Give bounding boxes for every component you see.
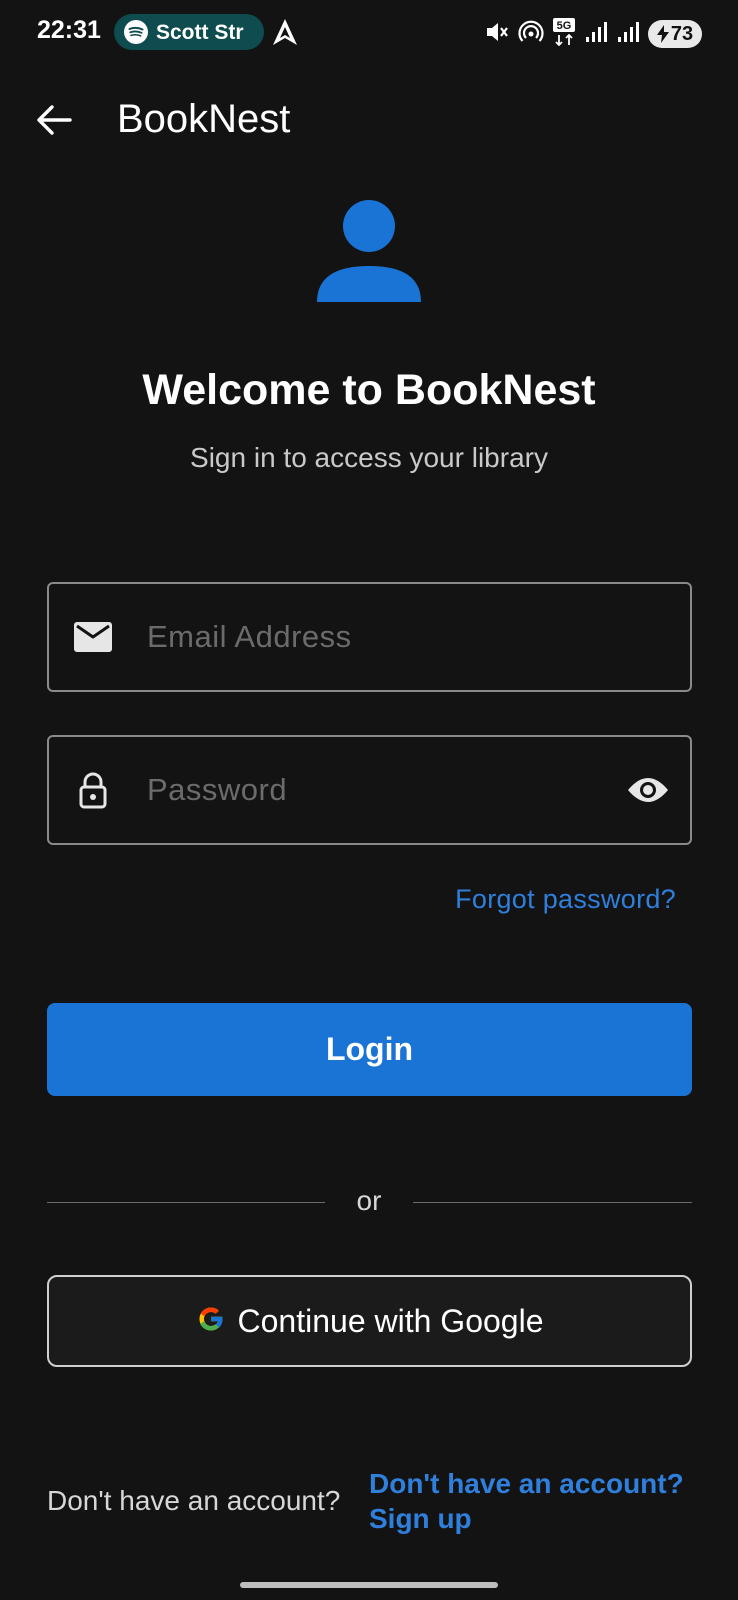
divider-right: [413, 1202, 692, 1203]
status-icons: 5G 73: [484, 16, 702, 52]
nav-arrow-icon: [272, 18, 298, 51]
or-separator: or: [356, 1185, 382, 1216]
google-button-label: Continue with Google: [237, 1302, 544, 1339]
mute-icon: [484, 19, 510, 50]
media-chip-text: Scott Str: [156, 21, 244, 44]
hotspot-icon: [518, 19, 544, 50]
arrow-left-icon: [37, 105, 72, 135]
app-bar: BookNest: [0, 80, 738, 160]
divider-left: [47, 1202, 325, 1203]
signal-icon: [616, 20, 640, 49]
status-time: 22:31: [37, 16, 101, 44]
google-icon: [196, 1304, 226, 1339]
signup-link-line1: Don't have an account?: [369, 1468, 684, 1499]
page-title: BookNest: [117, 97, 291, 141]
signup-prompt: Don't have an account?: [47, 1485, 341, 1516]
battery-level: 73: [670, 22, 694, 45]
media-chip[interactable]: Scott Str: [114, 14, 264, 50]
email-input[interactable]: [147, 584, 597, 690]
lock-icon: [73, 737, 113, 843]
eye-icon[interactable]: [626, 737, 670, 843]
welcome-heading: Welcome to BookNest: [142, 366, 596, 414]
signup-link[interactable]: Don't have an account? Sign up: [369, 1466, 684, 1536]
password-input[interactable]: [147, 737, 597, 843]
mail-icon: [73, 584, 113, 690]
back-button[interactable]: [30, 96, 78, 144]
forgot-password-link[interactable]: Forgot password?: [455, 884, 676, 915]
signup-link-line2: Sign up: [369, 1503, 472, 1534]
login-button[interactable]: Login: [47, 1003, 692, 1096]
status-bar: 22:31 Scott Str 5G 73: [0, 0, 738, 68]
password-field[interactable]: [47, 735, 692, 845]
welcome-subtitle: Sign in to access your library: [190, 442, 548, 473]
signal-icon: [584, 20, 608, 49]
home-indicator[interactable]: [240, 1582, 498, 1588]
5g-label: 5G: [557, 20, 572, 32]
battery-icon: 73: [648, 20, 702, 48]
google-sign-in-button[interactable]: Continue with Google: [47, 1275, 692, 1367]
5g-icon: 5G: [552, 17, 576, 52]
spotify-icon: [124, 20, 148, 49]
person-icon: [316, 198, 422, 309]
email-field[interactable]: [47, 582, 692, 692]
